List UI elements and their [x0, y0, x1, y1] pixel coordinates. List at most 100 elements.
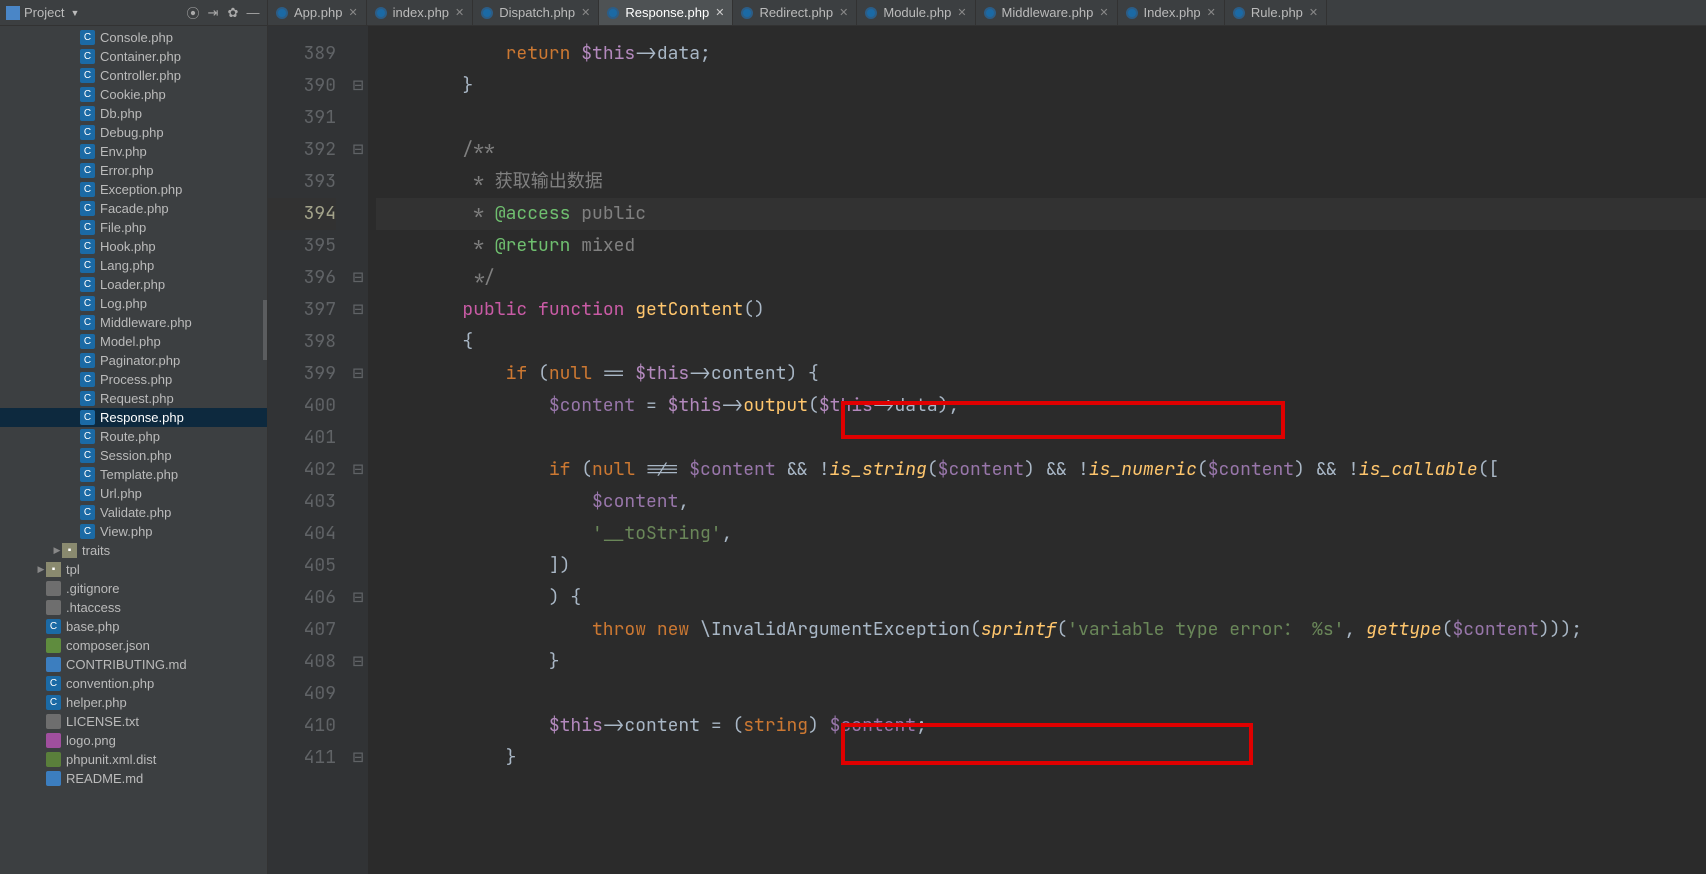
- chevron-icon[interactable]: ▶: [52, 545, 62, 556]
- editor-tab[interactable]: Response.php✕: [599, 0, 733, 25]
- collapse-icon[interactable]: ⇥: [205, 5, 221, 21]
- tree-item[interactable]: CLang.php: [0, 256, 267, 275]
- tree-item[interactable]: phpunit.xml.dist: [0, 750, 267, 769]
- code-line[interactable]: }: [376, 646, 1706, 678]
- file-icon: C: [80, 353, 95, 368]
- tree-item[interactable]: CLoader.php: [0, 275, 267, 294]
- chevron-icon[interactable]: ▶: [36, 564, 46, 575]
- tree-item[interactable]: CDb.php: [0, 104, 267, 123]
- code-line[interactable]: if (null !== $content && !is_string($con…: [376, 454, 1706, 486]
- code-line[interactable]: */: [376, 262, 1706, 294]
- tree-item[interactable]: .gitignore: [0, 579, 267, 598]
- code-line[interactable]: /**: [376, 134, 1706, 166]
- close-icon[interactable]: ✕: [1207, 6, 1216, 19]
- tree-item[interactable]: CContainer.php: [0, 47, 267, 66]
- code-line[interactable]: '__toString',: [376, 518, 1706, 550]
- tree-item[interactable]: Cbase.php: [0, 617, 267, 636]
- close-icon[interactable]: ✕: [957, 6, 966, 19]
- scrollbar-thumb[interactable]: [263, 300, 267, 360]
- code-line[interactable]: }: [376, 70, 1706, 102]
- tree-item[interactable]: README.md: [0, 769, 267, 788]
- close-icon[interactable]: ✕: [1099, 6, 1108, 19]
- code-line[interactable]: * 获取输出数据: [376, 166, 1706, 198]
- code-line[interactable]: {: [376, 326, 1706, 358]
- code-line[interactable]: if (null == $this->content) {: [376, 358, 1706, 390]
- code-line[interactable]: }: [376, 742, 1706, 774]
- tree-item[interactable]: CEnv.php: [0, 142, 267, 161]
- editor-tab[interactable]: App.php✕: [268, 0, 367, 25]
- close-icon[interactable]: ✕: [1309, 6, 1318, 19]
- tree-item[interactable]: CUrl.php: [0, 484, 267, 503]
- gear-icon[interactable]: ✿: [225, 5, 241, 21]
- code-line[interactable]: ]): [376, 550, 1706, 582]
- code-line[interactable]: $this->content = (string) $content;: [376, 710, 1706, 742]
- editor-tab[interactable]: Module.php✕: [857, 0, 975, 25]
- code-line[interactable]: * @return mixed: [376, 230, 1706, 262]
- tree-item[interactable]: CConsole.php: [0, 28, 267, 47]
- code-line[interactable]: [376, 422, 1706, 454]
- code-content[interactable]: return $this->data; } /** * 获取输出数据 * @ac…: [368, 26, 1706, 874]
- tree-item[interactable]: CException.php: [0, 180, 267, 199]
- close-icon[interactable]: ✕: [348, 6, 357, 19]
- code-line[interactable]: return $this->data;: [376, 38, 1706, 70]
- tree-item[interactable]: composer.json: [0, 636, 267, 655]
- tree-item[interactable]: Cconvention.php: [0, 674, 267, 693]
- tree-item[interactable]: logo.png: [0, 731, 267, 750]
- code-line[interactable]: public function getContent(): [376, 294, 1706, 326]
- code-line[interactable]: $content,: [376, 486, 1706, 518]
- file-icon: C: [80, 87, 95, 102]
- close-icon[interactable]: ✕: [715, 6, 724, 19]
- close-icon[interactable]: ✕: [839, 6, 848, 19]
- code-line[interactable]: [376, 678, 1706, 710]
- tree-item[interactable]: CSession.php: [0, 446, 267, 465]
- code-line[interactable]: $content = $this->output($this->data);: [376, 390, 1706, 422]
- file-label: Url.php: [100, 486, 142, 501]
- editor-tab[interactable]: Dispatch.php✕: [473, 0, 599, 25]
- tree-item[interactable]: CController.php: [0, 66, 267, 85]
- tree-item[interactable]: CLog.php: [0, 294, 267, 313]
- tree-item[interactable]: Chelper.php: [0, 693, 267, 712]
- editor-tab[interactable]: Redirect.php✕: [733, 0, 857, 25]
- editor-tab[interactable]: Middleware.php✕: [976, 0, 1118, 25]
- tree-item[interactable]: CPaginator.php: [0, 351, 267, 370]
- code-line[interactable]: [376, 102, 1706, 134]
- close-icon[interactable]: ✕: [455, 6, 464, 19]
- tree-item[interactable]: CView.php: [0, 522, 267, 541]
- editor-tab[interactable]: Index.php✕: [1118, 0, 1225, 25]
- project-label[interactable]: Project: [24, 5, 64, 20]
- code-line[interactable]: ) {: [376, 582, 1706, 614]
- code-line[interactable]: throw new \InvalidArgumentException(spri…: [376, 614, 1706, 646]
- file-label: .gitignore: [66, 581, 119, 596]
- tree-item[interactable]: ▶▪traits: [0, 541, 267, 560]
- file-icon: C: [80, 182, 95, 197]
- editor-tab[interactable]: Rule.php✕: [1225, 0, 1327, 25]
- file-tree[interactable]: CConsole.phpCContainer.phpCController.ph…: [0, 26, 267, 874]
- tree-item[interactable]: .htaccess: [0, 598, 267, 617]
- chevron-down-icon[interactable]: ▼: [70, 8, 79, 18]
- code-line[interactable]: * @access public: [376, 198, 1706, 230]
- tree-item[interactable]: LICENSE.txt: [0, 712, 267, 731]
- tree-item[interactable]: ▶▪tpl: [0, 560, 267, 579]
- tree-item[interactable]: CError.php: [0, 161, 267, 180]
- tree-item[interactable]: CONTRIBUTING.md: [0, 655, 267, 674]
- tree-item[interactable]: CRoute.php: [0, 427, 267, 446]
- code-editor[interactable]: 3893903913923933943953963973983994004014…: [268, 26, 1706, 874]
- tree-item[interactable]: CModel.php: [0, 332, 267, 351]
- tree-item[interactable]: CMiddleware.php: [0, 313, 267, 332]
- tree-item[interactable]: CFacade.php: [0, 199, 267, 218]
- fold-gutter[interactable]: ⊟⊟⊟⊟⊟⊟⊟⊟⊟: [348, 26, 368, 874]
- tree-item[interactable]: CRequest.php: [0, 389, 267, 408]
- close-icon[interactable]: ✕: [581, 6, 590, 19]
- tree-item[interactable]: CProcess.php: [0, 370, 267, 389]
- tree-item[interactable]: CResponse.php: [0, 408, 267, 427]
- sidebar-header: Project ▼ ⦿ ⇥ ✿ —: [0, 0, 267, 26]
- target-icon[interactable]: ⦿: [185, 5, 201, 21]
- tree-item[interactable]: CCookie.php: [0, 85, 267, 104]
- editor-tab[interactable]: index.php✕: [367, 0, 474, 25]
- minimize-icon[interactable]: —: [245, 5, 261, 21]
- tree-item[interactable]: CDebug.php: [0, 123, 267, 142]
- tree-item[interactable]: CTemplate.php: [0, 465, 267, 484]
- tree-item[interactable]: CHook.php: [0, 237, 267, 256]
- tree-item[interactable]: CFile.php: [0, 218, 267, 237]
- tree-item[interactable]: CValidate.php: [0, 503, 267, 522]
